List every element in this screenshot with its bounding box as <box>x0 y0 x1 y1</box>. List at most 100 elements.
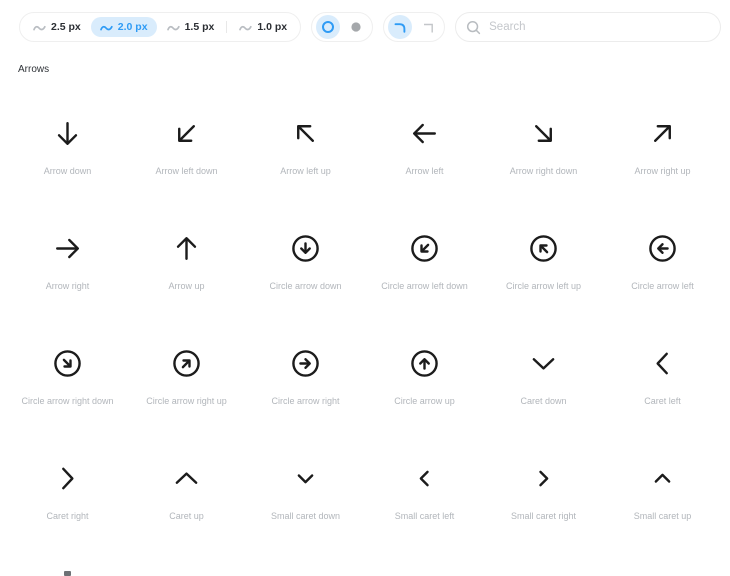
sharp-corner-option[interactable] <box>416 15 440 39</box>
icon-label: Circle arrow right up <box>146 396 227 407</box>
icon-library-app: 2.5 px 2.0 px 1.5 px 1.0 px Arrows Arrow… <box>0 0 730 576</box>
search-icon <box>466 20 481 35</box>
icon-label: Circle arrow up <box>394 396 455 407</box>
stroke-width-picker: 2.5 px 2.0 px 1.5 px 1.0 px <box>19 12 301 42</box>
filled-circle-icon <box>351 22 361 32</box>
icon-cell[interactable]: Caret left <box>603 330 722 445</box>
icon-preview <box>529 330 558 396</box>
icon-preview <box>529 445 558 511</box>
section-title: Arrows <box>18 64 49 75</box>
icon-preview <box>648 100 677 166</box>
icon-label: Small caret left <box>395 511 455 522</box>
icon-label: Small caret down <box>271 511 340 522</box>
squiggle-icon <box>167 22 180 33</box>
icon-preview <box>53 330 82 396</box>
circle-arrow-left-icon <box>648 234 677 263</box>
icon-label: Caret up <box>169 511 204 522</box>
icon-cell[interactable]: Arrow right up <box>603 100 722 215</box>
icon-cell[interactable]: Caret right <box>8 445 127 560</box>
icon-label: Arrow left <box>405 166 443 177</box>
icon-preview <box>291 445 320 511</box>
small-caret-right-icon <box>529 464 558 493</box>
caret-left-icon <box>648 349 677 378</box>
icon-cell[interactable]: Circle arrow up <box>365 330 484 445</box>
icon-preview <box>410 215 439 281</box>
icon-preview <box>529 100 558 166</box>
stroke-width-option-1-5-px[interactable]: 1.5 px <box>158 17 224 37</box>
icon-preview <box>291 330 320 396</box>
icon-preview <box>172 215 201 281</box>
icon-cell[interactable]: Arrow left up <box>246 100 365 215</box>
icon-cell[interactable]: Circle arrow right <box>246 330 365 445</box>
icon-preview <box>53 445 82 511</box>
icon-label: Circle arrow down <box>269 281 341 292</box>
icon-label: Circle arrow left down <box>381 281 468 292</box>
stroke-width-label: 2.0 px <box>118 21 148 33</box>
icon-preview <box>529 215 558 281</box>
icon-cell[interactable]: Arrow up <box>127 215 246 330</box>
icon-cell[interactable]: Circle arrow right down <box>8 330 127 445</box>
icon-label: Arrow up <box>168 281 204 292</box>
rounded-corner-option[interactable] <box>388 15 412 39</box>
icon-label: Arrow right <box>46 281 90 292</box>
outline-circle-option[interactable] <box>316 15 340 39</box>
icon-cell[interactable]: Small caret left <box>365 445 484 560</box>
icon-preview <box>291 215 320 281</box>
icon-label: Arrow down <box>44 166 92 177</box>
arrow-right-icon <box>53 234 82 263</box>
arrow-left-up-icon <box>285 112 326 153</box>
icon-cell[interactable]: Arrow right down <box>484 100 603 215</box>
icon-preview <box>410 445 439 511</box>
icon-label: Caret left <box>644 396 681 407</box>
icon-label: Arrow right up <box>634 166 690 177</box>
corner-style-picker <box>383 12 445 42</box>
circle-arrow-down-icon <box>291 234 320 263</box>
icon-label: Circle arrow left up <box>506 281 581 292</box>
stroke-width-option-1-0-px[interactable]: 1.0 px <box>230 17 296 37</box>
small-caret-down-icon <box>291 464 320 493</box>
next-row-partial-icon <box>64 571 71 576</box>
icon-cell[interactable]: Small caret up <box>603 445 722 560</box>
icon-cell[interactable]: Circle arrow left up <box>484 215 603 330</box>
icon-cell[interactable]: Arrow down <box>8 100 127 215</box>
icon-cell[interactable]: Arrow left down <box>127 100 246 215</box>
icon-cell[interactable]: Circle arrow down <box>246 215 365 330</box>
icon-cell[interactable]: Small caret right <box>484 445 603 560</box>
stroke-width-option-2-5-px[interactable]: 2.5 px <box>24 17 90 37</box>
arrow-right-up-icon <box>642 112 683 153</box>
icon-cell[interactable]: Small caret down <box>246 445 365 560</box>
icon-preview <box>172 100 201 166</box>
icon-cell[interactable]: Arrow left <box>365 100 484 215</box>
icon-cell[interactable]: Circle arrow right up <box>127 330 246 445</box>
search-input[interactable] <box>489 21 710 33</box>
squiggle-icon <box>33 22 46 33</box>
icon-label: Small caret right <box>511 511 576 522</box>
icon-label: Caret right <box>46 511 88 522</box>
stroke-width-option-2-0-px[interactable]: 2.0 px <box>91 17 157 37</box>
squiggle-icon <box>100 22 113 33</box>
icon-preview <box>291 100 320 166</box>
icon-label: Small caret up <box>634 511 692 522</box>
circle-arrow-up-icon <box>410 349 439 378</box>
icon-cell[interactable]: Caret down <box>484 330 603 445</box>
icon-cell[interactable]: Circle arrow left down <box>365 215 484 330</box>
icon-cell[interactable]: Circle arrow left <box>603 215 722 330</box>
icon-cell[interactable]: Arrow right <box>8 215 127 330</box>
icon-label: Circle arrow right down <box>21 396 113 407</box>
icon-preview <box>53 215 82 281</box>
icon-label: Arrow left down <box>155 166 217 177</box>
rounded-corner-icon <box>393 20 407 34</box>
icon-preview <box>648 445 677 511</box>
caret-right-icon <box>53 464 82 493</box>
icon-cell[interactable]: Caret up <box>127 445 246 560</box>
divider <box>226 21 227 33</box>
filled-circle-option[interactable] <box>344 15 368 39</box>
arrow-left-icon <box>410 119 439 148</box>
circle-arrow-left-up-icon <box>523 227 564 268</box>
icon-label: Arrow left up <box>280 166 331 177</box>
icon-preview <box>172 445 201 511</box>
stroke-width-label: 2.5 px <box>51 21 81 33</box>
icon-preview <box>648 330 677 396</box>
arrow-up-icon <box>172 234 201 263</box>
small-caret-left-icon <box>410 464 439 493</box>
